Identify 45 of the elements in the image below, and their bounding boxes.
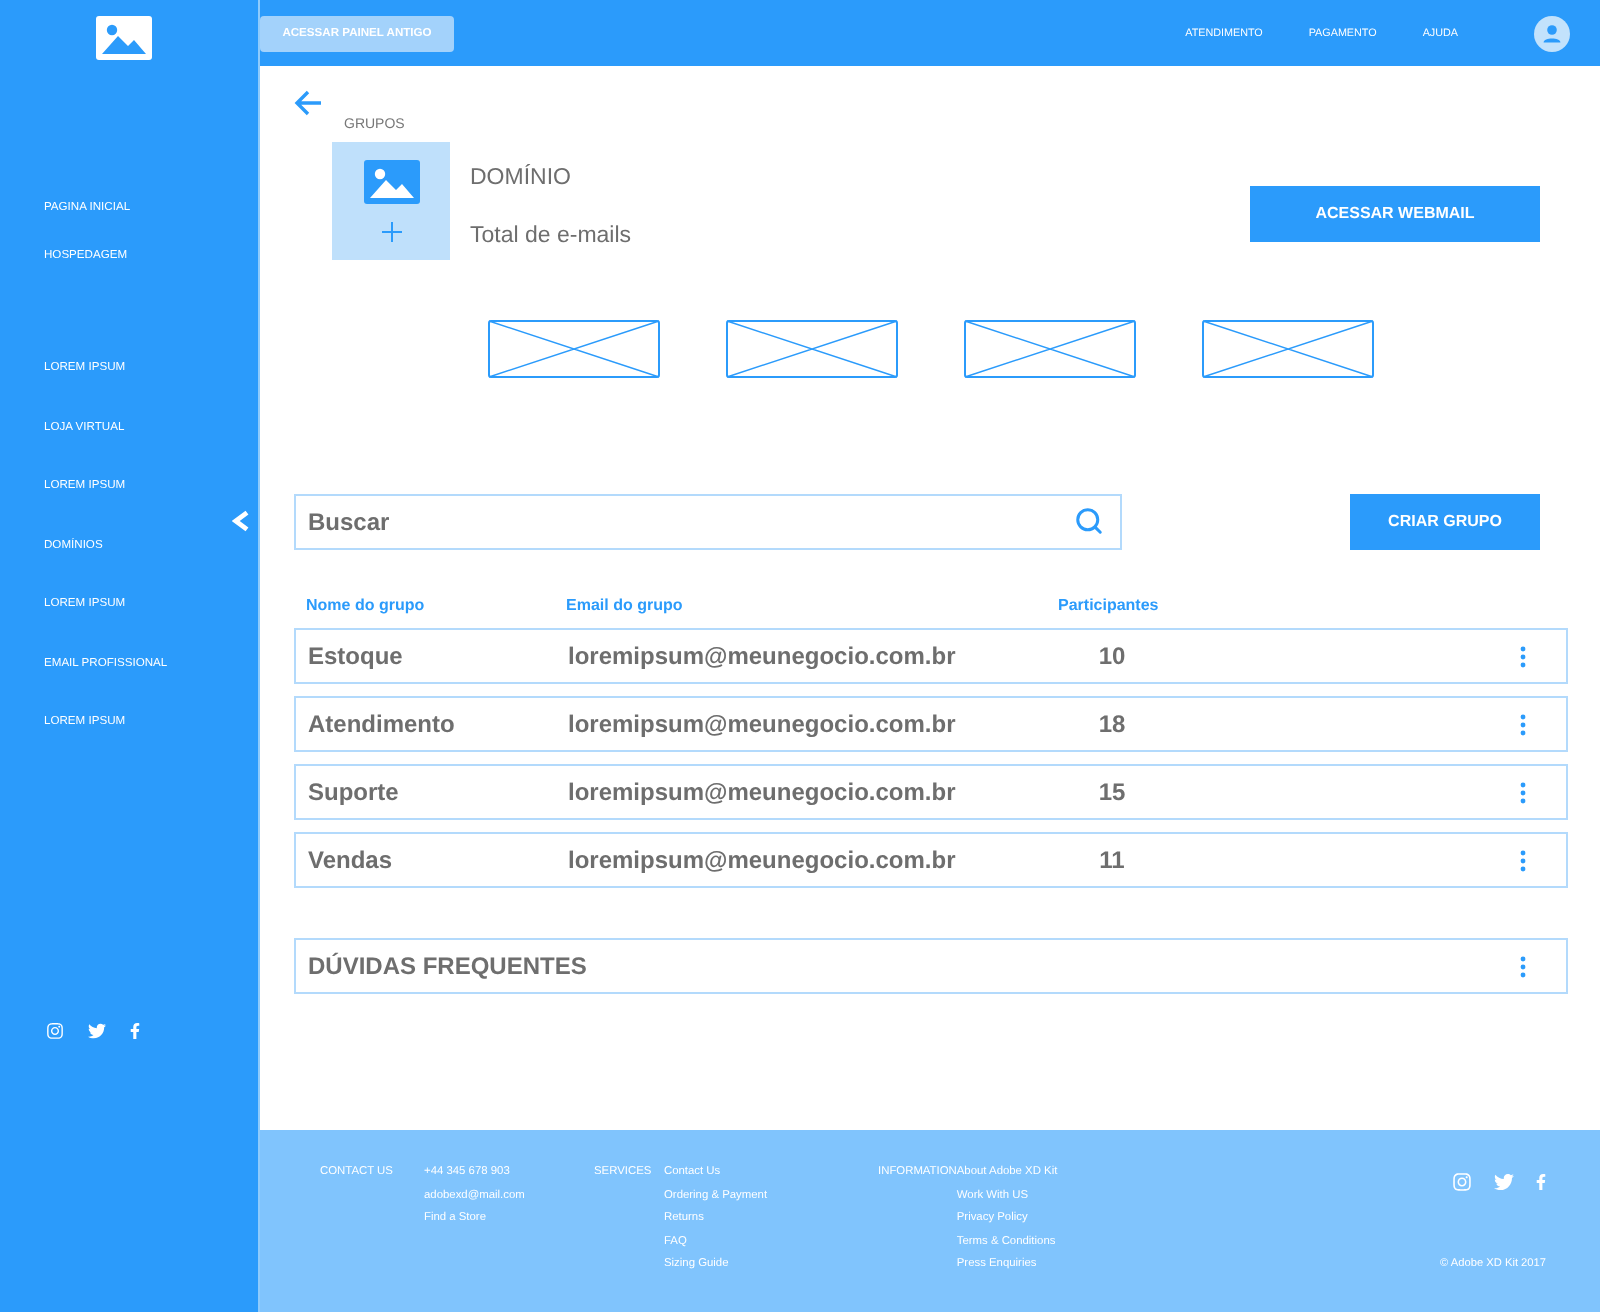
group-name-cell: Vendas [308,846,393,874]
plus-icon [381,222,401,242]
more-options-icon[interactable] [1520,781,1526,803]
twitter-icon[interactable] [88,1022,106,1040]
twitter-icon[interactable] [1494,1172,1514,1192]
table-row[interactable]: Suporte loremipsum@meunegocio.com.br 15 [294,764,1568,820]
image-upload-tile[interactable] [332,142,450,260]
table-row[interactable]: Atendimento loremipsum@meunegocio.com.br 18 [294,696,1568,752]
table-row[interactable]: Vendas loremipsum@meunegocio.com.br 11 [294,832,1568,888]
facebook-icon[interactable] [1536,1172,1546,1192]
avatar-icon[interactable] [1534,15,1570,51]
table-row[interactable]: Estoque loremipsum@meunegocio.com.br 10 [294,628,1568,684]
chevron-left-icon[interactable] [232,510,250,532]
group-email-cell: loremipsum@meunegocio.com.br [568,778,956,806]
group-email-cell: loremipsum@meunegocio.com.br [568,642,956,670]
more-options-icon[interactable] [1520,713,1526,735]
group-email-cell: loremipsum@meunegocio.com.br [568,846,956,874]
email-total-label: Total de e-mails [470,222,632,250]
group-name-cell: Atendimento [308,710,455,738]
image-icon [96,16,152,60]
instagram-icon[interactable] [46,1022,64,1040]
group-email-cell: loremipsum@meunegocio.com.br [568,710,956,738]
domain-title: DOMÍNIO [470,164,571,192]
faq-title: DÚVIDAS FREQUENTES [308,952,587,980]
more-options-icon[interactable] [1520,645,1526,667]
instagram-icon[interactable] [1452,1172,1472,1192]
search-field[interactable]: Buscar [294,494,1122,550]
facebook-icon[interactable] [130,1022,140,1040]
participant-count-cell: 18 [1098,710,1126,738]
webmail-button[interactable]: ACESSAR WEBMAIL [1250,186,1540,242]
create-group-button[interactable]: CRIAR GRUPO [1350,494,1540,550]
back-arrow-icon[interactable] [294,90,322,116]
more-options-icon[interactable] [1520,849,1526,871]
column-header: Participantes [1058,596,1159,616]
participant-count-cell: 11 [1099,846,1125,874]
column-header: Nome do grupo [306,596,425,616]
participant-count-cell: 10 [1098,642,1126,670]
more-options-icon[interactable] [1520,955,1526,977]
faq-row[interactable]: DÚVIDAS FREQUENTES [294,938,1568,994]
participant-count-cell: 15 [1098,778,1126,806]
group-name-cell: Estoque [308,642,403,670]
group-name-cell: Suporte [308,778,399,806]
column-header: Email do grupo [566,596,683,616]
image-icon [363,160,419,204]
search-icon[interactable] [1074,506,1104,536]
